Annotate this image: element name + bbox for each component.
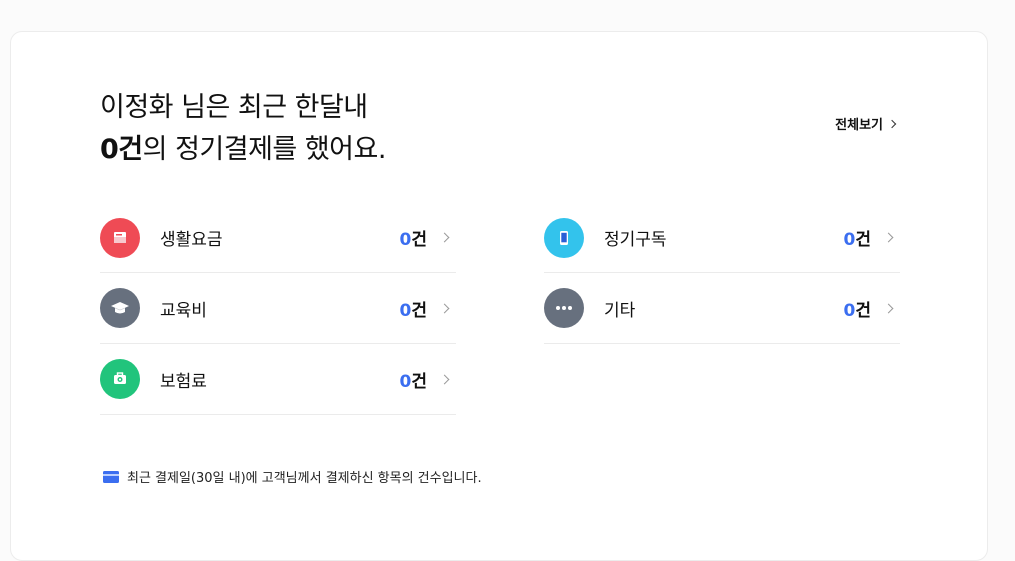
view-all-label: 전체보기 — [835, 118, 883, 133]
chevron-right-icon — [887, 119, 897, 128]
info-note: 최근 결제일(30일 내)에 고객님께서 결제하신 항목의 건수입니다. — [103, 467, 482, 486]
category-row-utilities[interactable]: 생활요금 0건 — [100, 203, 456, 273]
headline-line-1: 이정화 님은 최근 한달내 — [100, 92, 368, 123]
receipt-icon — [100, 217, 140, 258]
category-label: 보험료 — [160, 371, 207, 392]
summary-headline: 이정화 님은 최근 한달내 0건의 정기결제를 했어요. — [100, 87, 386, 171]
subscription-summary-card: 이정화 님은 최근 한달내 0건의 정기결제를 했어요. 전체보기 생활요금 0… — [10, 31, 988, 561]
category-row-other[interactable]: 기타 0건 — [544, 273, 900, 344]
chevron-right-icon — [439, 232, 450, 243]
category-row-education[interactable]: 교육비 0건 — [100, 273, 456, 344]
more-icon — [544, 288, 584, 328]
category-list-left: 생활요금 0건 교육비 0건 보험료 0건 — [100, 203, 456, 415]
category-count: 0건 — [399, 300, 427, 321]
info-note-text: 최근 결제일(30일 내)에 고객님께서 결제하신 항목의 건수입니다. — [127, 471, 482, 486]
category-label: 정기구독 — [604, 230, 667, 250]
category-count: 0건 — [399, 230, 427, 250]
headline-line-2: 0건의 정기결제를 했어요. — [100, 129, 386, 171]
category-list-right: 정기구독 0건 기타 0건 — [544, 203, 900, 344]
category-count: 0건 — [843, 230, 871, 250]
headline-count: 0건 — [100, 134, 143, 165]
category-row-subscription[interactable]: 정기구독 0건 — [544, 203, 900, 273]
medical-kit-icon — [100, 359, 140, 399]
chevron-right-icon — [883, 303, 894, 313]
category-label: 생활요금 — [160, 230, 223, 250]
category-count: 0건 — [399, 371, 427, 392]
phone-icon — [544, 217, 584, 258]
chevron-right-icon — [883, 232, 894, 243]
category-label: 기타 — [604, 300, 636, 321]
category-count: 0건 — [843, 300, 871, 321]
chevron-right-icon — [439, 374, 450, 384]
chevron-right-icon — [439, 303, 450, 313]
headline-suffix: 의 정기결제를 했어요. — [142, 134, 387, 165]
credit-card-icon — [103, 470, 119, 483]
view-all-link[interactable]: 전체보기 — [835, 114, 897, 133]
graduation-cap-icon — [100, 288, 140, 328]
category-label: 교육비 — [160, 300, 207, 321]
category-row-insurance[interactable]: 보험료 0건 — [100, 344, 456, 415]
